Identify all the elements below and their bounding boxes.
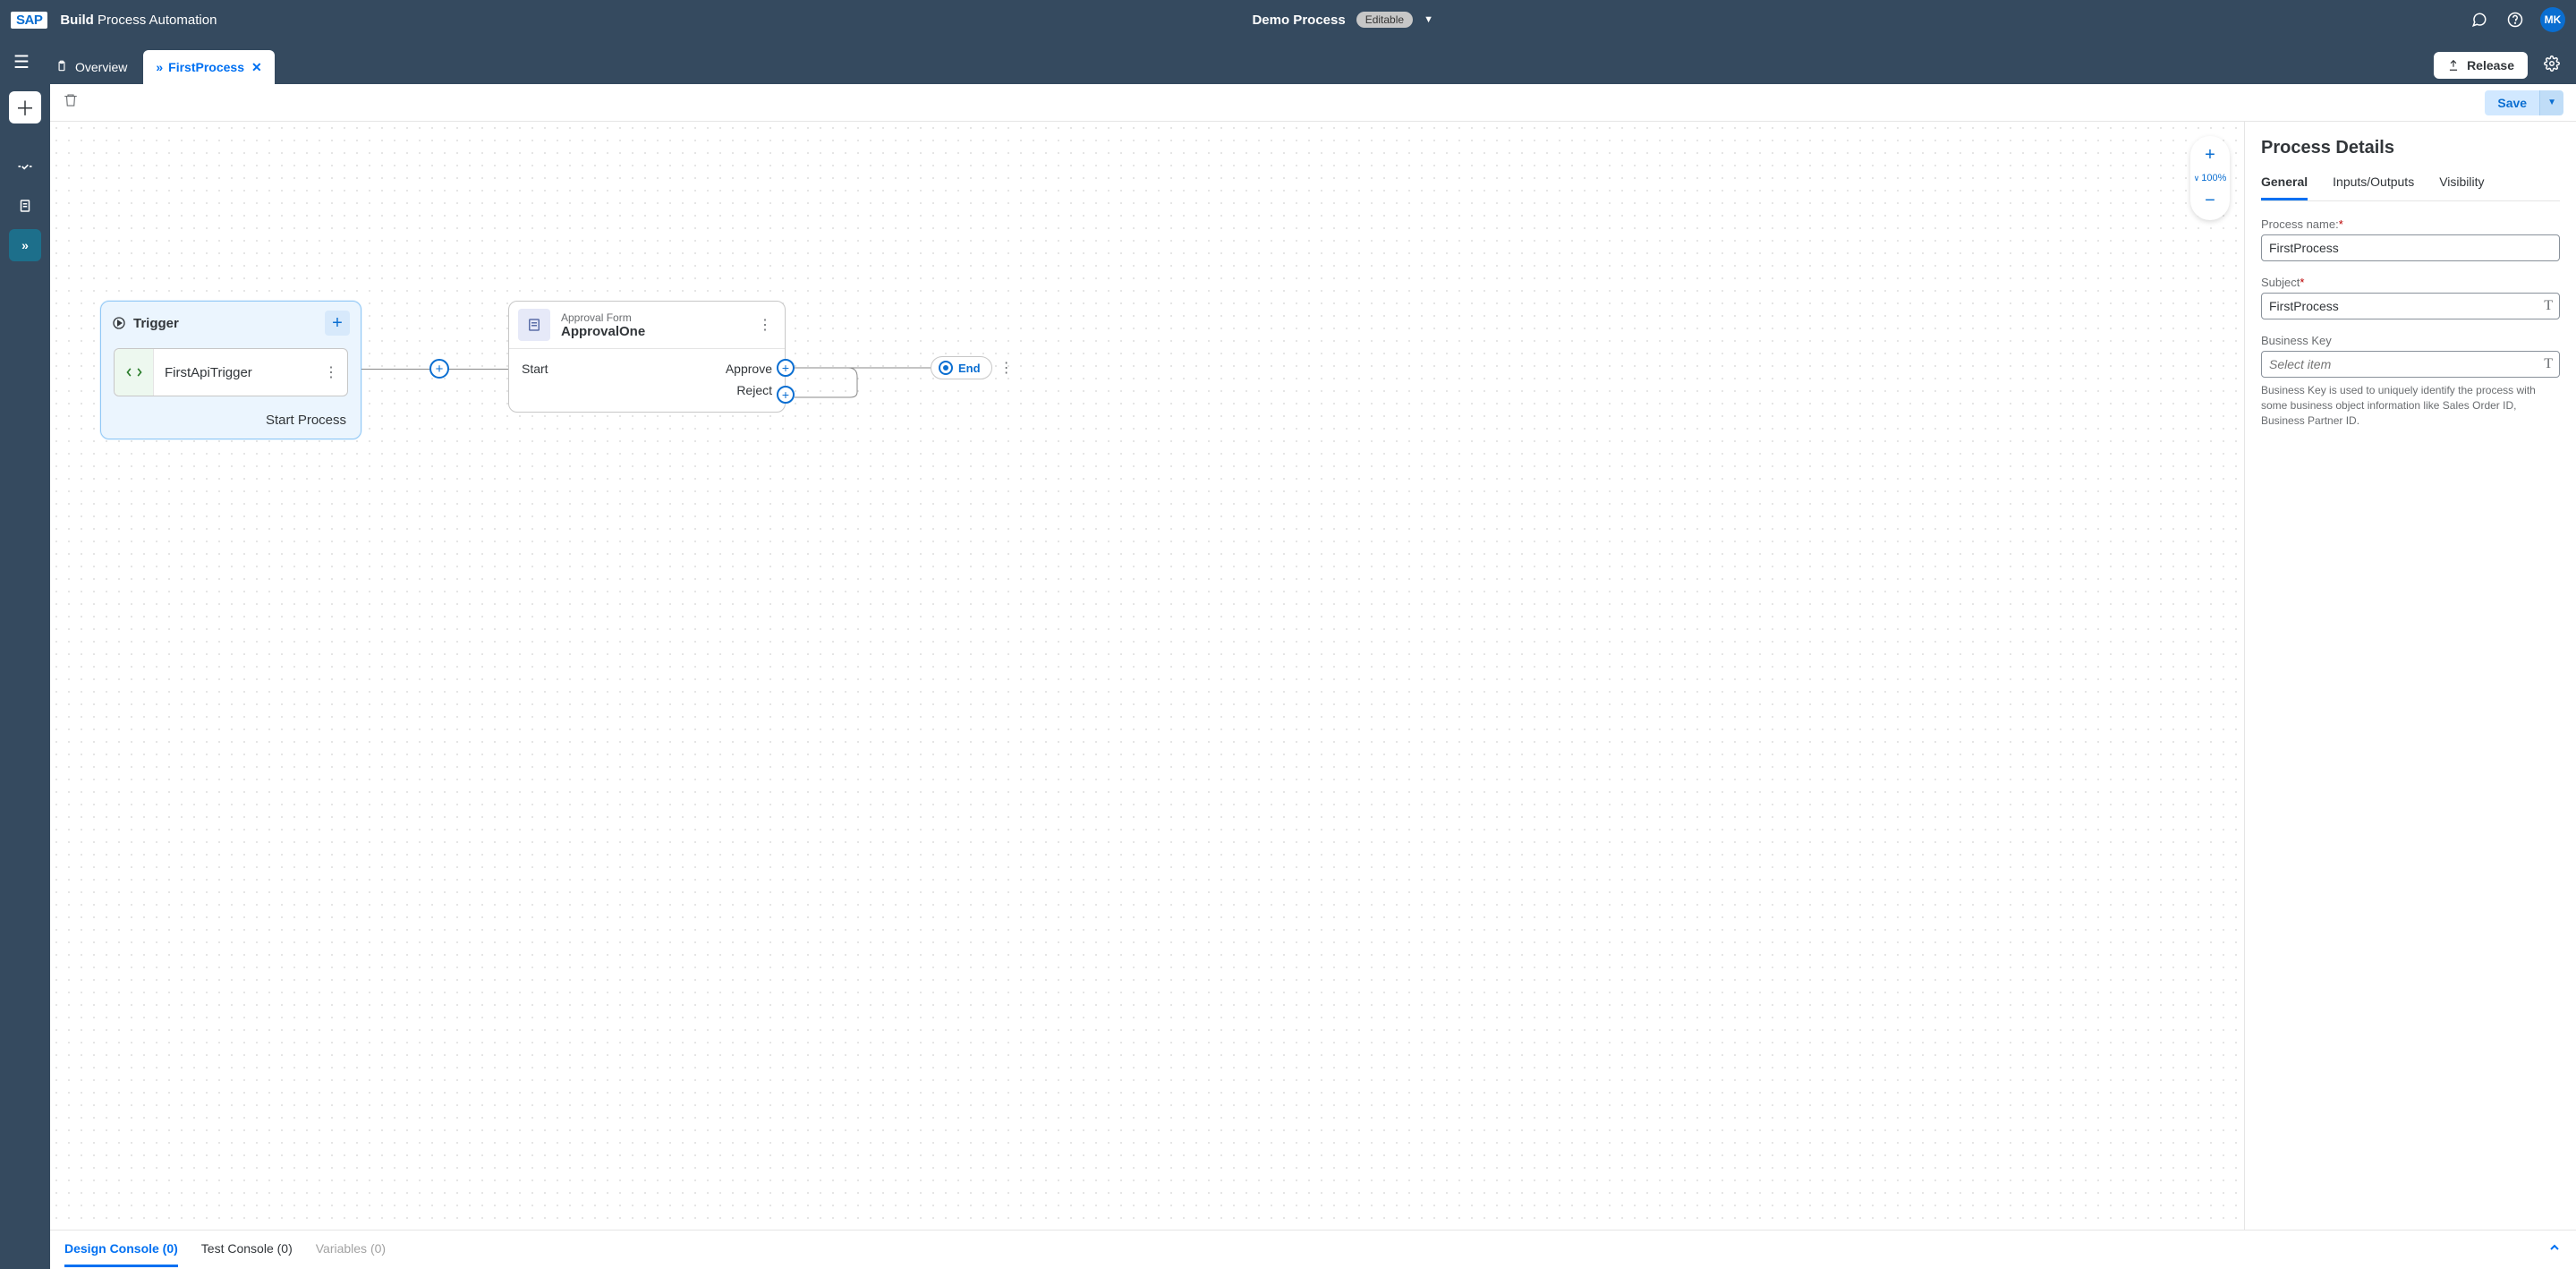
editor-toolbar: Save ▼ [50, 84, 2576, 122]
settings-icon[interactable] [2538, 55, 2565, 76]
details-title: Process Details [2261, 138, 2560, 158]
port-approve-add[interactable]: + [777, 359, 795, 377]
tab-overview-label: Overview [75, 60, 127, 74]
trigger-node[interactable]: Trigger + FirstApiTrigger ⋮ Start Proces… [100, 301, 361, 439]
tab-design-console[interactable]: Design Console (0) [64, 1232, 178, 1267]
notification-icon[interactable] [2469, 9, 2490, 30]
approval-type-label: Approval Form [561, 311, 754, 324]
port-approve-label: Approve [726, 362, 772, 376]
add-step-button[interactable]: + [429, 359, 449, 379]
zoom-in-button[interactable]: + [2205, 141, 2215, 169]
upload-icon [2447, 59, 2460, 72]
port-start-label: Start [522, 362, 548, 376]
delete-icon[interactable] [63, 92, 79, 113]
release-button[interactable]: Release [2434, 52, 2528, 79]
business-key-label: Business Key [2261, 334, 2560, 347]
clipboard-icon [55, 60, 68, 75]
close-tab-icon[interactable]: ✕ [251, 60, 262, 75]
api-trigger-icon [115, 349, 154, 396]
hamburger-menu-icon[interactable]: ☰ [0, 39, 43, 84]
play-circle-icon [112, 316, 126, 330]
text-type-icon-2[interactable]: T [2544, 356, 2553, 372]
process-dropdown-icon[interactable]: ▼ [1424, 14, 1433, 25]
status-pill: Editable [1356, 12, 1413, 28]
business-key-input[interactable] [2261, 351, 2560, 378]
approval-name: ApprovalOne [561, 324, 754, 339]
text-type-icon[interactable]: T [2544, 298, 2553, 314]
end-node[interactable]: End ⋮ [931, 356, 1014, 379]
save-dropdown-button[interactable]: ▼ [2539, 90, 2563, 115]
process-name-label: Process name:* [2261, 217, 2560, 231]
details-tab-visibility[interactable]: Visibility [2439, 175, 2484, 200]
form-icon [518, 309, 550, 341]
sap-logo: SAP [11, 12, 47, 29]
help-icon[interactable] [2504, 9, 2526, 30]
left-rail: ＋ » [0, 84, 50, 1269]
approval-menu-icon[interactable]: ⋮ [754, 316, 776, 334]
trigger-item[interactable]: FirstApiTrigger ⋮ [114, 348, 348, 396]
port-reject-add[interactable]: + [777, 386, 795, 404]
business-key-help: Business Key is used to uniquely identif… [2261, 383, 2560, 428]
rail-process-icon[interactable]: » [9, 229, 41, 261]
bottom-tabbar: Design Console (0) Test Console (0) Vari… [50, 1230, 2576, 1269]
subject-input[interactable] [2261, 293, 2560, 319]
port-reject-label: Reject [736, 383, 772, 397]
process-icon: » [156, 60, 161, 74]
zoom-level[interactable]: ∨ 100% [2194, 169, 2227, 187]
end-menu-icon[interactable]: ⋮ [999, 359, 1014, 377]
zoom-control: + ∨ 100% − [2190, 136, 2230, 220]
trigger-footer-label: Start Process [101, 404, 361, 439]
end-icon [939, 361, 953, 375]
trigger-item-name: FirstApiTrigger [154, 365, 315, 380]
details-tab-io[interactable]: Inputs/Outputs [2333, 175, 2414, 200]
save-button[interactable]: Save [2485, 90, 2539, 115]
tab-toolbar: ☰ Overview » FirstProcess ✕ Release [0, 39, 2576, 84]
process-name-input[interactable] [2261, 234, 2560, 261]
rail-handshake-icon[interactable] [9, 150, 41, 183]
rail-clipboard-icon[interactable] [9, 190, 41, 222]
user-avatar[interactable]: MK [2540, 7, 2565, 32]
tab-firstprocess-label: FirstProcess [168, 60, 244, 74]
tab-test-console[interactable]: Test Console (0) [201, 1232, 293, 1267]
add-artifact-button[interactable]: ＋ [9, 91, 41, 123]
end-label: End [958, 362, 981, 375]
process-canvas[interactable]: + ∨ 100% − Trigger + [50, 122, 2245, 1230]
collapse-panel-icon[interactable] [2547, 1240, 2562, 1259]
approval-node[interactable]: Approval Form ApprovalOne ⋮ Start Approv… [508, 301, 786, 413]
trigger-title: Trigger [133, 316, 179, 331]
tab-overview[interactable]: Overview [43, 50, 140, 84]
details-panel: Process Details General Inputs/Outputs V… [2245, 122, 2576, 1230]
tab-variables[interactable]: Variables (0) [316, 1232, 386, 1267]
add-trigger-button[interactable]: + [325, 311, 350, 336]
process-title: Demo Process [1252, 13, 1345, 28]
subject-label: Subject* [2261, 276, 2560, 289]
app-name: Build Process Automation [60, 13, 217, 28]
shell-bar: SAP Build Process Automation Demo Proces… [0, 0, 2576, 39]
tab-firstprocess[interactable]: » FirstProcess ✕ [143, 50, 274, 84]
details-tab-general[interactable]: General [2261, 175, 2308, 200]
zoom-out-button[interactable]: − [2205, 187, 2215, 215]
trigger-item-menu-icon[interactable]: ⋮ [315, 363, 347, 381]
